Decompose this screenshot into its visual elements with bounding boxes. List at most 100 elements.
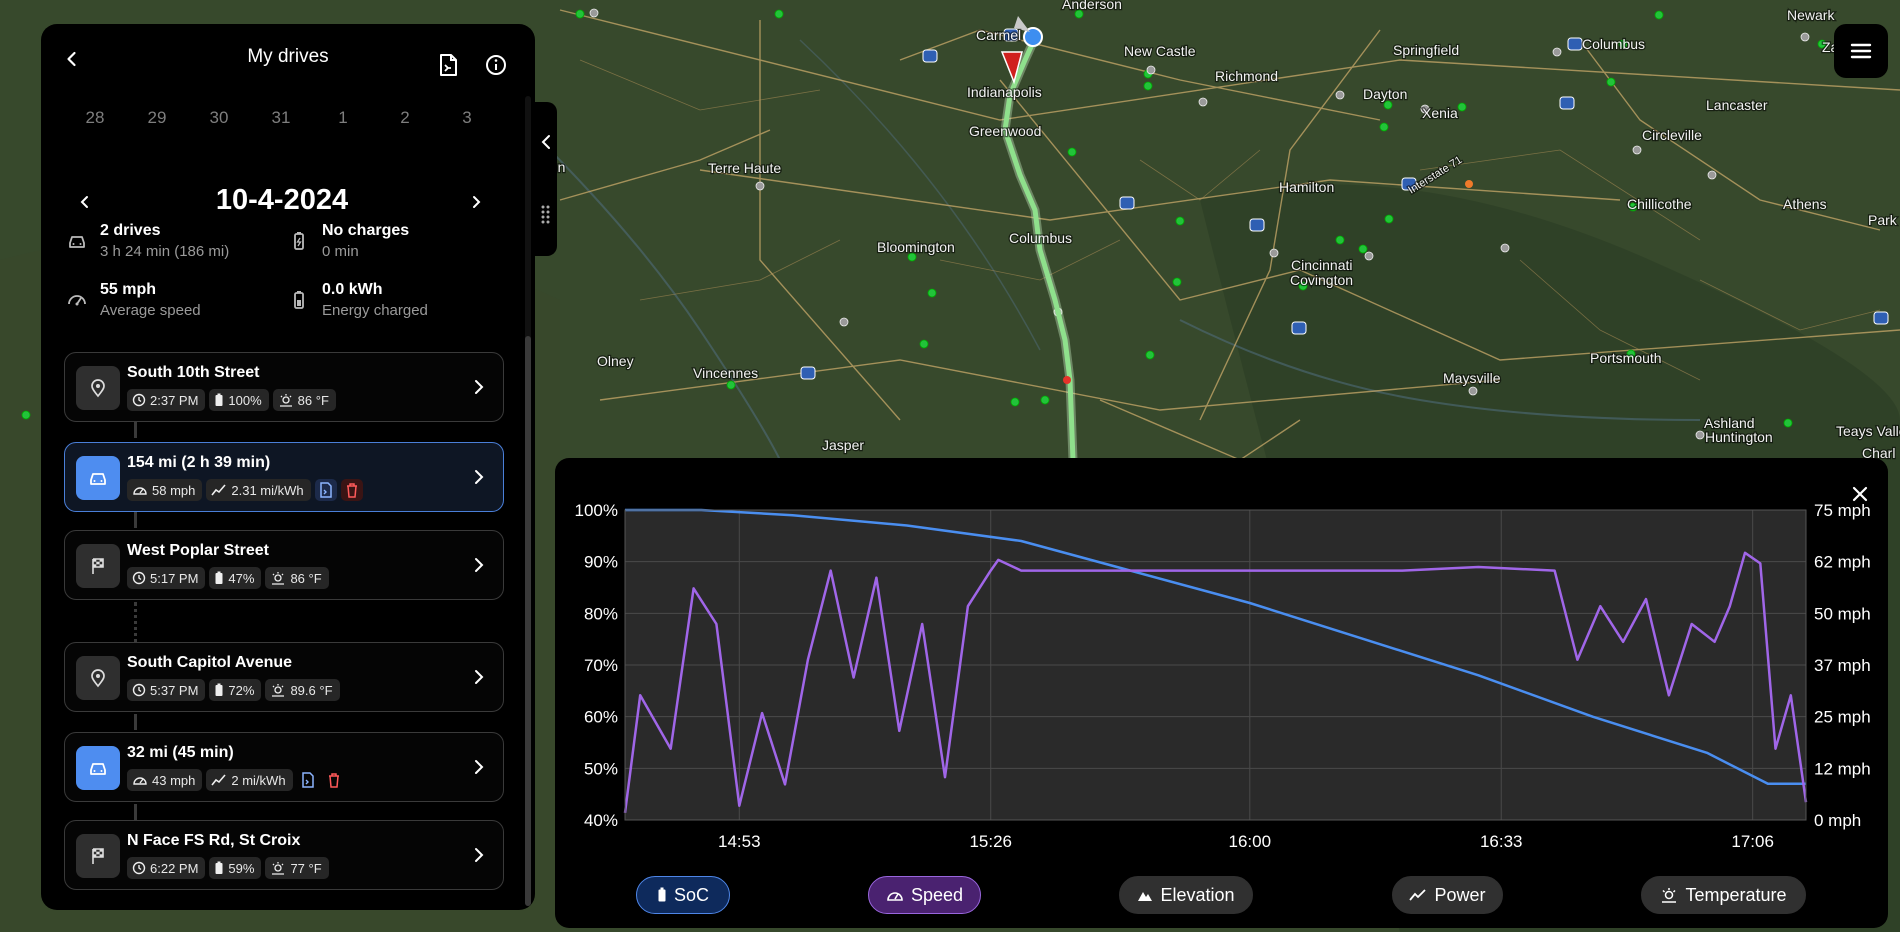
drive-chart[interactable]: 100%90%80%70%60%50%40%75 mph62 mph50 mph…: [555, 458, 1888, 878]
svg-text:Newark: Newark: [1787, 7, 1835, 23]
item-title: South 10th Street: [127, 364, 260, 381]
map-pin-icon: [91, 669, 105, 688]
day-item[interactable]: 3: [447, 108, 487, 128]
day-item[interactable]: 29: [137, 108, 177, 128]
elevation-toggle[interactable]: Elevation: [1119, 876, 1253, 914]
trend-icon: [211, 484, 226, 496]
clock-icon: [132, 571, 146, 585]
temperature-value: 77 °F: [290, 860, 322, 876]
battery-charging-icon: [294, 232, 304, 250]
svg-text:Maysville: Maysville: [1443, 370, 1501, 386]
soc-toggle[interactable]: SoC: [636, 876, 730, 914]
day-item[interactable]: 1: [323, 108, 363, 128]
day-item[interactable]: 30: [199, 108, 239, 128]
previous-date-button[interactable]: [68, 185, 102, 219]
close-icon: [1852, 486, 1868, 502]
clock-icon: [132, 861, 146, 875]
day-item[interactable]: 28: [75, 108, 115, 128]
info-button[interactable]: [479, 48, 513, 82]
series-toggle-bar: SoC Speed Elevation Power Temperature: [555, 876, 1888, 916]
svg-text:Richmond: Richmond: [1215, 68, 1278, 84]
flag-icon: [92, 848, 104, 864]
y-left-tick-label: 40%: [584, 811, 618, 830]
day-item[interactable]: 2: [385, 108, 425, 128]
power-toggle[interactable]: Power: [1392, 876, 1503, 914]
weather-icon: [272, 684, 285, 697]
trash-icon: [346, 483, 357, 498]
speedometer-icon: [68, 295, 86, 306]
list-item-drive[interactable]: 32 mi (45 min) 43 mph 2 mi/kWh: [64, 732, 504, 802]
weather-icon: [1662, 888, 1677, 903]
svg-text:Columbus: Columbus: [1009, 230, 1072, 246]
weather-icon: [279, 394, 292, 407]
efficiency-value: 2.31 mi/kWh: [231, 482, 304, 498]
export-drive-button[interactable]: [314, 479, 337, 501]
x-tick-label: 15:26: [969, 832, 1012, 851]
svg-text:Columbus: Columbus: [1582, 36, 1645, 52]
stat-energy: 0.0 kWh Energy charged: [288, 281, 518, 327]
export-drive-button[interactable]: [297, 769, 319, 791]
temperature-chip: 86 °F: [265, 567, 329, 589]
selected-date[interactable]: 10-4-2024: [171, 184, 393, 217]
x-tick-label: 16:33: [1480, 832, 1523, 851]
menu-button[interactable]: [1834, 24, 1888, 78]
temperature-chip: 89.6 °F: [265, 679, 340, 701]
location-badge: [76, 656, 120, 700]
delete-drive-button[interactable]: [340, 479, 363, 501]
list-item-location[interactable]: South 10th Street 2:37 PM 100% 86 °F: [64, 352, 504, 422]
drive-badge: [76, 746, 120, 790]
collapse-panel-tab[interactable]: [535, 102, 557, 256]
speed-chip: 58 mph: [127, 479, 203, 501]
temperature-value: 86 °F: [297, 392, 329, 408]
speed-value: 43 mph: [152, 772, 196, 788]
x-tick-label: 16:00: [1229, 832, 1272, 851]
back-button[interactable]: [55, 42, 89, 76]
battery-value: 72%: [228, 682, 255, 698]
efficiency-value: 2 mi/kWh: [231, 772, 286, 788]
svg-text:Chillicothe: Chillicothe: [1627, 196, 1692, 212]
stat-charges: No charges 0 min: [288, 222, 518, 268]
list-item-location[interactable]: South Capitol Avenue 5:37 PM 72% 89.6 °F: [64, 642, 504, 712]
y-left-tick-label: 50%: [584, 759, 618, 778]
clock-icon: [132, 393, 146, 407]
stat-value: 0.0 kWh: [322, 281, 383, 298]
stat-sub: Average speed: [100, 302, 201, 319]
y-left-tick-label: 100%: [575, 501, 618, 520]
mountain-icon: [1138, 892, 1153, 901]
speed-toggle[interactable]: Speed: [868, 876, 981, 914]
svg-text:Greenwood: Greenwood: [969, 123, 1041, 139]
toggle-label: Elevation: [1160, 884, 1235, 905]
time-value: 5:17 PM: [150, 570, 199, 586]
close-chart-button[interactable]: [1846, 480, 1874, 508]
svg-text:Covington: Covington: [1290, 272, 1353, 288]
time-value: 6:22 PM: [150, 860, 199, 876]
battery-value: 47%: [228, 570, 255, 586]
speed-value: 58 mph: [152, 482, 196, 498]
svg-text:Carmel: Carmel: [976, 27, 1021, 43]
file-export-icon: [440, 54, 457, 76]
day-item[interactable]: 31: [261, 108, 301, 128]
scrollbar-thumb[interactable]: [525, 336, 531, 906]
y-left-tick-label: 80%: [584, 604, 618, 623]
day-strip: 28 29 30 31 1 2 3: [41, 104, 535, 136]
battery-chip: 47%: [209, 567, 262, 589]
svg-text:Huntington: Huntington: [1705, 429, 1773, 445]
y-left-tick-label: 60%: [584, 708, 618, 727]
toggle-label: SoC: [673, 884, 709, 905]
y-right-tick-label: 37 mph: [1814, 656, 1871, 675]
export-button[interactable]: [431, 48, 465, 82]
temperature-chip: 86 °F: [272, 389, 336, 411]
time-chip: 5:37 PM: [127, 679, 206, 701]
temperature-toggle[interactable]: Temperature: [1641, 876, 1806, 914]
list-item-drive[interactable]: 154 mi (2 h 39 min) 58 mph 2.31 mi/kWh: [64, 442, 504, 512]
item-title: West Poplar Street: [127, 542, 269, 559]
svg-text:Xenia: Xenia: [1422, 105, 1458, 121]
next-date-button[interactable]: [459, 185, 493, 219]
battery-icon: [215, 861, 223, 874]
chevron-left-icon: [80, 196, 88, 208]
svg-text:Springfield: Springfield: [1393, 42, 1459, 58]
list-item-destination[interactable]: West Poplar Street 5:17 PM 47% 86 °F: [64, 530, 504, 600]
list-item-destination[interactable]: N Face FS Rd, St Croix 6:22 PM 59% 77 °F: [64, 820, 504, 890]
delete-drive-button[interactable]: [323, 769, 345, 791]
time-value: 2:37 PM: [150, 392, 199, 408]
